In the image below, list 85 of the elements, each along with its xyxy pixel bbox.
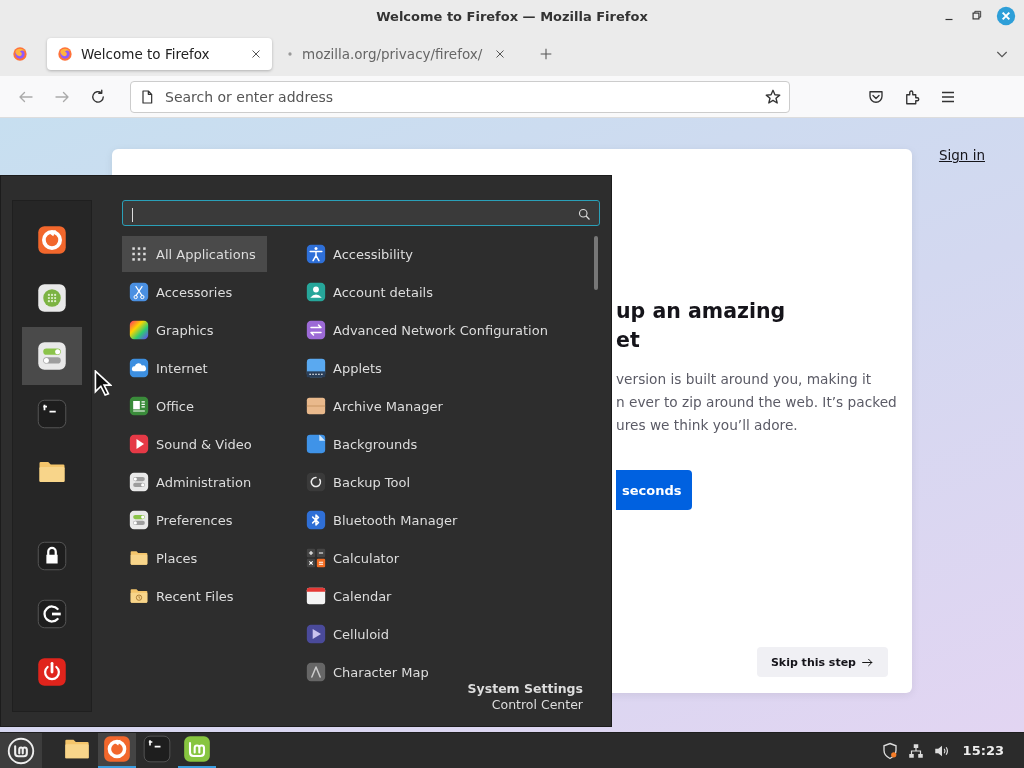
category-item[interactable]: Preferences <box>122 502 241 538</box>
close-icon[interactable] <box>494 48 507 60</box>
arrows-icon <box>306 320 326 340</box>
app-item[interactable]: Bluetooth Manager <box>299 502 466 538</box>
firefox-icon[interactable] <box>12 46 28 62</box>
app-item[interactable]: Calculator <box>299 540 407 576</box>
lock-icon <box>37 541 67 571</box>
intro-paragraph: version is built around you, making it n ever to zip around the web. It’s packed ures we think you’ll adore. <box>616 370 898 435</box>
sign-in-link[interactable]: Sign in <box>938 147 985 163</box>
grid-icon <box>129 244 149 264</box>
address-field[interactable]: Search or enter address <box>130 80 790 113</box>
category-item[interactable]: Recent Files <box>122 578 242 614</box>
terminal-icon <box>37 399 67 429</box>
calendar-icon <box>306 586 326 606</box>
app-item[interactable]: Backgrounds <box>299 426 426 462</box>
app-item[interactable]: Backup Tool <box>299 464 419 500</box>
logout-icon <box>37 599 67 629</box>
mint-logo-icon <box>183 735 211 763</box>
mint-logo-icon <box>7 736 35 765</box>
page-icon <box>139 88 155 105</box>
document-icon <box>129 396 149 416</box>
app-item[interactable]: Archive Manager <box>299 388 451 424</box>
bluetooth-icon <box>306 510 326 530</box>
window-title: Welcome to Firefox — Mozilla Firefox <box>376 8 648 24</box>
cloud-icon <box>129 358 149 378</box>
app-item[interactable]: Advanced Network Configuration <box>299 312 556 348</box>
play-icon <box>306 624 326 644</box>
category-item[interactable]: All Applications <box>122 236 267 272</box>
category-item[interactable]: Administration <box>122 464 260 500</box>
dot-icon <box>286 50 294 58</box>
firefox-icon <box>37 225 67 255</box>
scissors-icon <box>129 282 149 302</box>
app-item[interactable]: Accessibility <box>299 236 421 272</box>
category-item[interactable]: Places <box>122 540 206 576</box>
folder-icon <box>129 548 149 568</box>
category-item[interactable]: Graphics <box>122 312 222 348</box>
color-palette-icon <box>129 320 149 340</box>
play-icon <box>129 434 149 454</box>
favorite-button[interactable] <box>22 327 82 385</box>
browser-tab[interactable]: mozilla.org/privacy/firefox/ <box>276 38 517 70</box>
category-item[interactable]: Office <box>122 388 202 424</box>
software-manager-icon <box>37 283 67 313</box>
category-item[interactable]: Sound & Video <box>122 426 260 462</box>
app-item[interactable]: Celluloid <box>299 616 397 652</box>
box-icon <box>306 396 326 416</box>
menu-button[interactable] <box>0 732 42 768</box>
app-item[interactable]: Character Map <box>299 654 437 690</box>
toggle-switches-icon <box>129 472 149 492</box>
app-item[interactable]: Account details <box>299 274 441 310</box>
puzzle-icon[interactable] <box>903 87 921 106</box>
reload-icon[interactable] <box>89 87 107 106</box>
category-item[interactable]: Accessories <box>122 274 241 310</box>
browser-tab[interactable]: Welcome to Firefox <box>47 38 272 70</box>
star-icon[interactable] <box>764 87 782 106</box>
primary-button[interactable]: seconds <box>616 470 692 510</box>
toggle-switches-icon <box>37 341 67 371</box>
network-icon[interactable] <box>906 741 925 760</box>
toggle-switches-icon <box>129 510 149 530</box>
scrollbar-thumb[interactable] <box>594 236 598 290</box>
firefox-icon <box>57 46 73 62</box>
app-item[interactable]: Calendar <box>299 578 400 614</box>
panel-icon <box>306 358 326 378</box>
user-icon <box>306 282 326 302</box>
maximize-icon[interactable] <box>969 9 983 23</box>
skip-button[interactable]: Skip this step <box>756 647 888 677</box>
mouse-cursor-icon <box>94 370 112 396</box>
folder-clock-icon <box>129 586 149 606</box>
search-field[interactable] <box>122 200 600 226</box>
character-map-icon <box>306 662 326 682</box>
clock[interactable]: 15:23 <box>962 743 1004 758</box>
taskbar-launcher[interactable] <box>98 732 136 768</box>
app-item[interactable]: Applets <box>299 350 390 386</box>
app-title: System Settings <box>467 681 583 696</box>
image-icon <box>306 434 326 454</box>
headline: up an amazing et <box>616 298 787 354</box>
search-icon <box>577 207 592 222</box>
terminal-icon <box>143 735 171 763</box>
firefox-icon <box>103 735 131 763</box>
category-item[interactable]: Internet <box>122 350 216 386</box>
shield-icon[interactable] <box>880 741 899 760</box>
close-icon[interactable] <box>250 48 262 60</box>
app-description: Control Center <box>490 697 583 712</box>
power-icon <box>37 657 67 687</box>
calculator-icon <box>306 548 326 568</box>
accessibility-icon <box>306 244 326 264</box>
